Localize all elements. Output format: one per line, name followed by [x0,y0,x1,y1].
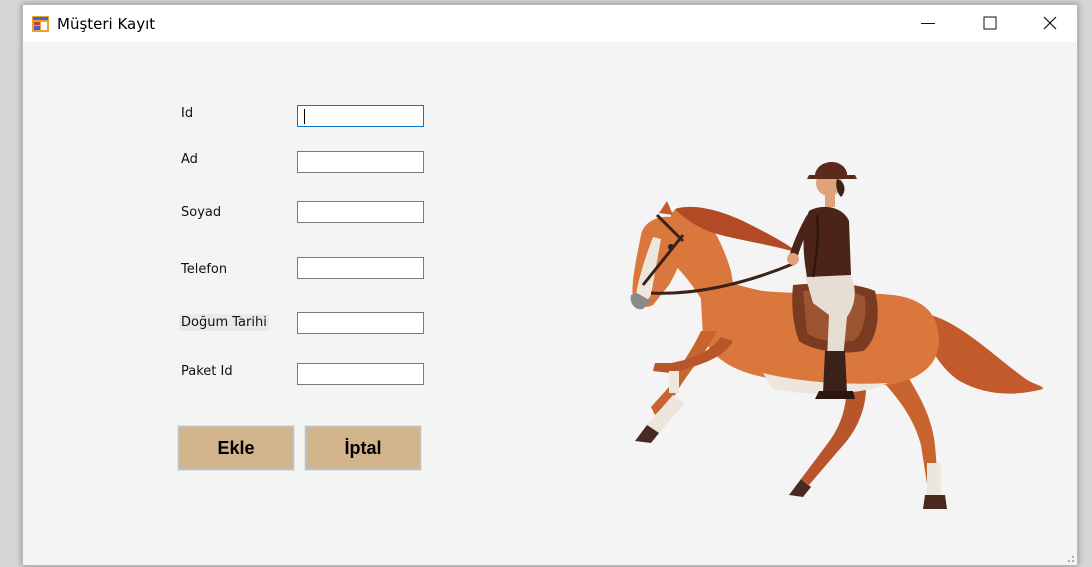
window-title: Müşteri Kayıt [57,15,156,33]
label-soyad: Soyad [181,205,222,220]
minimize-icon [921,23,935,24]
close-icon [1043,16,1057,30]
label-paket-id: Paket Id [181,364,233,379]
telefon-input[interactable] [297,257,424,279]
label-dogum-tarihi: Doğum Tarihi [179,314,269,331]
close-button[interactable] [1027,5,1073,42]
dogum-tarihi-input[interactable] [297,312,424,334]
horse-rider-illustration [630,161,1043,509]
minimize-button[interactable] [905,5,951,42]
ad-input[interactable] [297,151,424,173]
label-telefon: Telefon [181,262,228,277]
cancel-button[interactable]: İptal [304,425,422,471]
title-bar[interactable]: Müşteri Kayıt [23,5,1077,42]
soyad-input[interactable] [297,201,424,223]
label-ad: Ad [181,152,198,167]
maximize-icon [983,16,997,30]
add-button[interactable]: Ekle [177,425,295,471]
app-form-icon [32,16,49,32]
main-window: Müşteri Kayıt Id Ad Soyad Telefon Doğum … [22,4,1078,566]
text-caret [304,109,305,124]
label-id: Id [181,106,194,121]
resize-grip-icon[interactable] [1065,553,1075,563]
maximize-button[interactable] [967,5,1013,42]
id-input[interactable] [297,105,424,127]
paket-id-input[interactable] [297,363,424,385]
